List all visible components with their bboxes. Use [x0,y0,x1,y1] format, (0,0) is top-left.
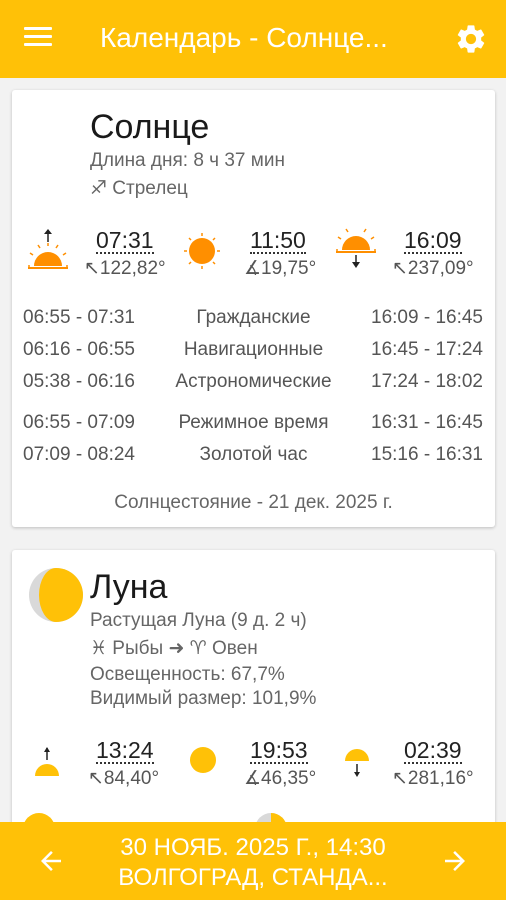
bottom-bar: 30 НОЯБ. 2025 Г., 14:30 ВОЛГОГРАД, СТАНД… [0,822,506,900]
twilight-evening: 16:09 - 16:45 [371,307,483,328]
sunset-time: 16:09 [404,227,462,254]
moon-phase-preview-icon [256,813,286,822]
moonrise-azimuth: ↖84,40° [88,768,160,789]
sunset-azimuth: ↖237,09° [392,258,474,279]
moon-phase-preview-icon [24,813,54,822]
sunset-icon [336,228,376,268]
moon-zodiac: ♓ Рыбы ➜ ♈ Овен [90,638,258,659]
twilight-evening: 16:31 - 16:45 [371,412,483,433]
moon-phase: Растущая Луна (9 д. 2 ч) [90,610,307,631]
moonrise-time: 13:24 [96,737,154,764]
moonrise-icon [35,747,59,776]
moon-size: Видимый размер: 101,9% [90,688,317,709]
twilight-evening: 16:45 - 17:24 [371,339,483,360]
moon-card[interactable]: Луна Растущая Луна (9 д. 2 ч) ♓ Рыбы ➜ ♈… [12,550,495,850]
twilight-row-astronomical: 05:38 - 06:16 Астрономические 17:24 - 18… [12,371,495,399]
twilight-row-golden-hour: 07:09 - 08:24 Золотой час 15:16 - 16:31 [12,444,495,472]
culmination-altitude: ∡46,35° [244,768,317,789]
sun-card[interactable]: Солнце Длина дня: 8 ч 37 мин ♐ Стрелец 0… [12,90,495,527]
moon-title: Луна [90,568,168,606]
moon-phase-preview-row [0,812,506,822]
app-bar: Календарь - Солнце... [0,0,506,78]
current-date-time[interactable]: 30 НОЯБ. 2025 Г., 14:30 [100,834,406,862]
culmination-time: 19:53 [250,737,308,764]
moonset-azimuth: ↖281,16° [392,768,474,789]
moonset-time: 02:39 [404,737,462,764]
moonset-icon [345,749,369,777]
noon-time: 11:50 [250,227,306,254]
twilight-row-nautical: 06:16 - 06:55 Навигационные 16:45 - 17:2… [12,339,495,367]
zodiac-sign: ♐ Стрелец [90,178,188,199]
gear-icon[interactable] [454,22,488,56]
twilight-row-civil: 06:55 - 07:31 Гражданские 16:09 - 16:45 [12,307,495,335]
noon-altitude: ∡19,75° [244,258,317,279]
solstice-date: Солнцестояние - 21 дек. 2025 г. [114,492,393,513]
sun-noon-icon [184,233,220,269]
day-length: Длина дня: 8 ч 37 мин [90,150,285,171]
twilight-evening: 15:16 - 16:31 [371,444,483,465]
current-location[interactable]: ВОЛГОГРАД, СТАНДА... [100,864,406,892]
moon-phase-icon [29,568,83,622]
moon-illumination: Освещенность: 67,7% [90,664,285,685]
menu-icon[interactable] [24,27,52,51]
twilight-evening: 17:24 - 18:02 [371,371,483,392]
arrow-right-icon[interactable] [440,846,470,876]
twilight-row-regime: 06:55 - 07:09 Режимное время 16:31 - 16:… [12,412,495,440]
sunrise-icon [28,229,68,269]
arrow-left-icon[interactable] [36,846,66,876]
sunrise-time: 07:31 [96,227,154,254]
moon-culmination-icon [190,747,216,773]
sun-title: Солнце [90,108,210,146]
sunrise-azimuth: ↖122,82° [84,258,166,279]
app-title: Календарь - Солнце... [100,22,388,53]
